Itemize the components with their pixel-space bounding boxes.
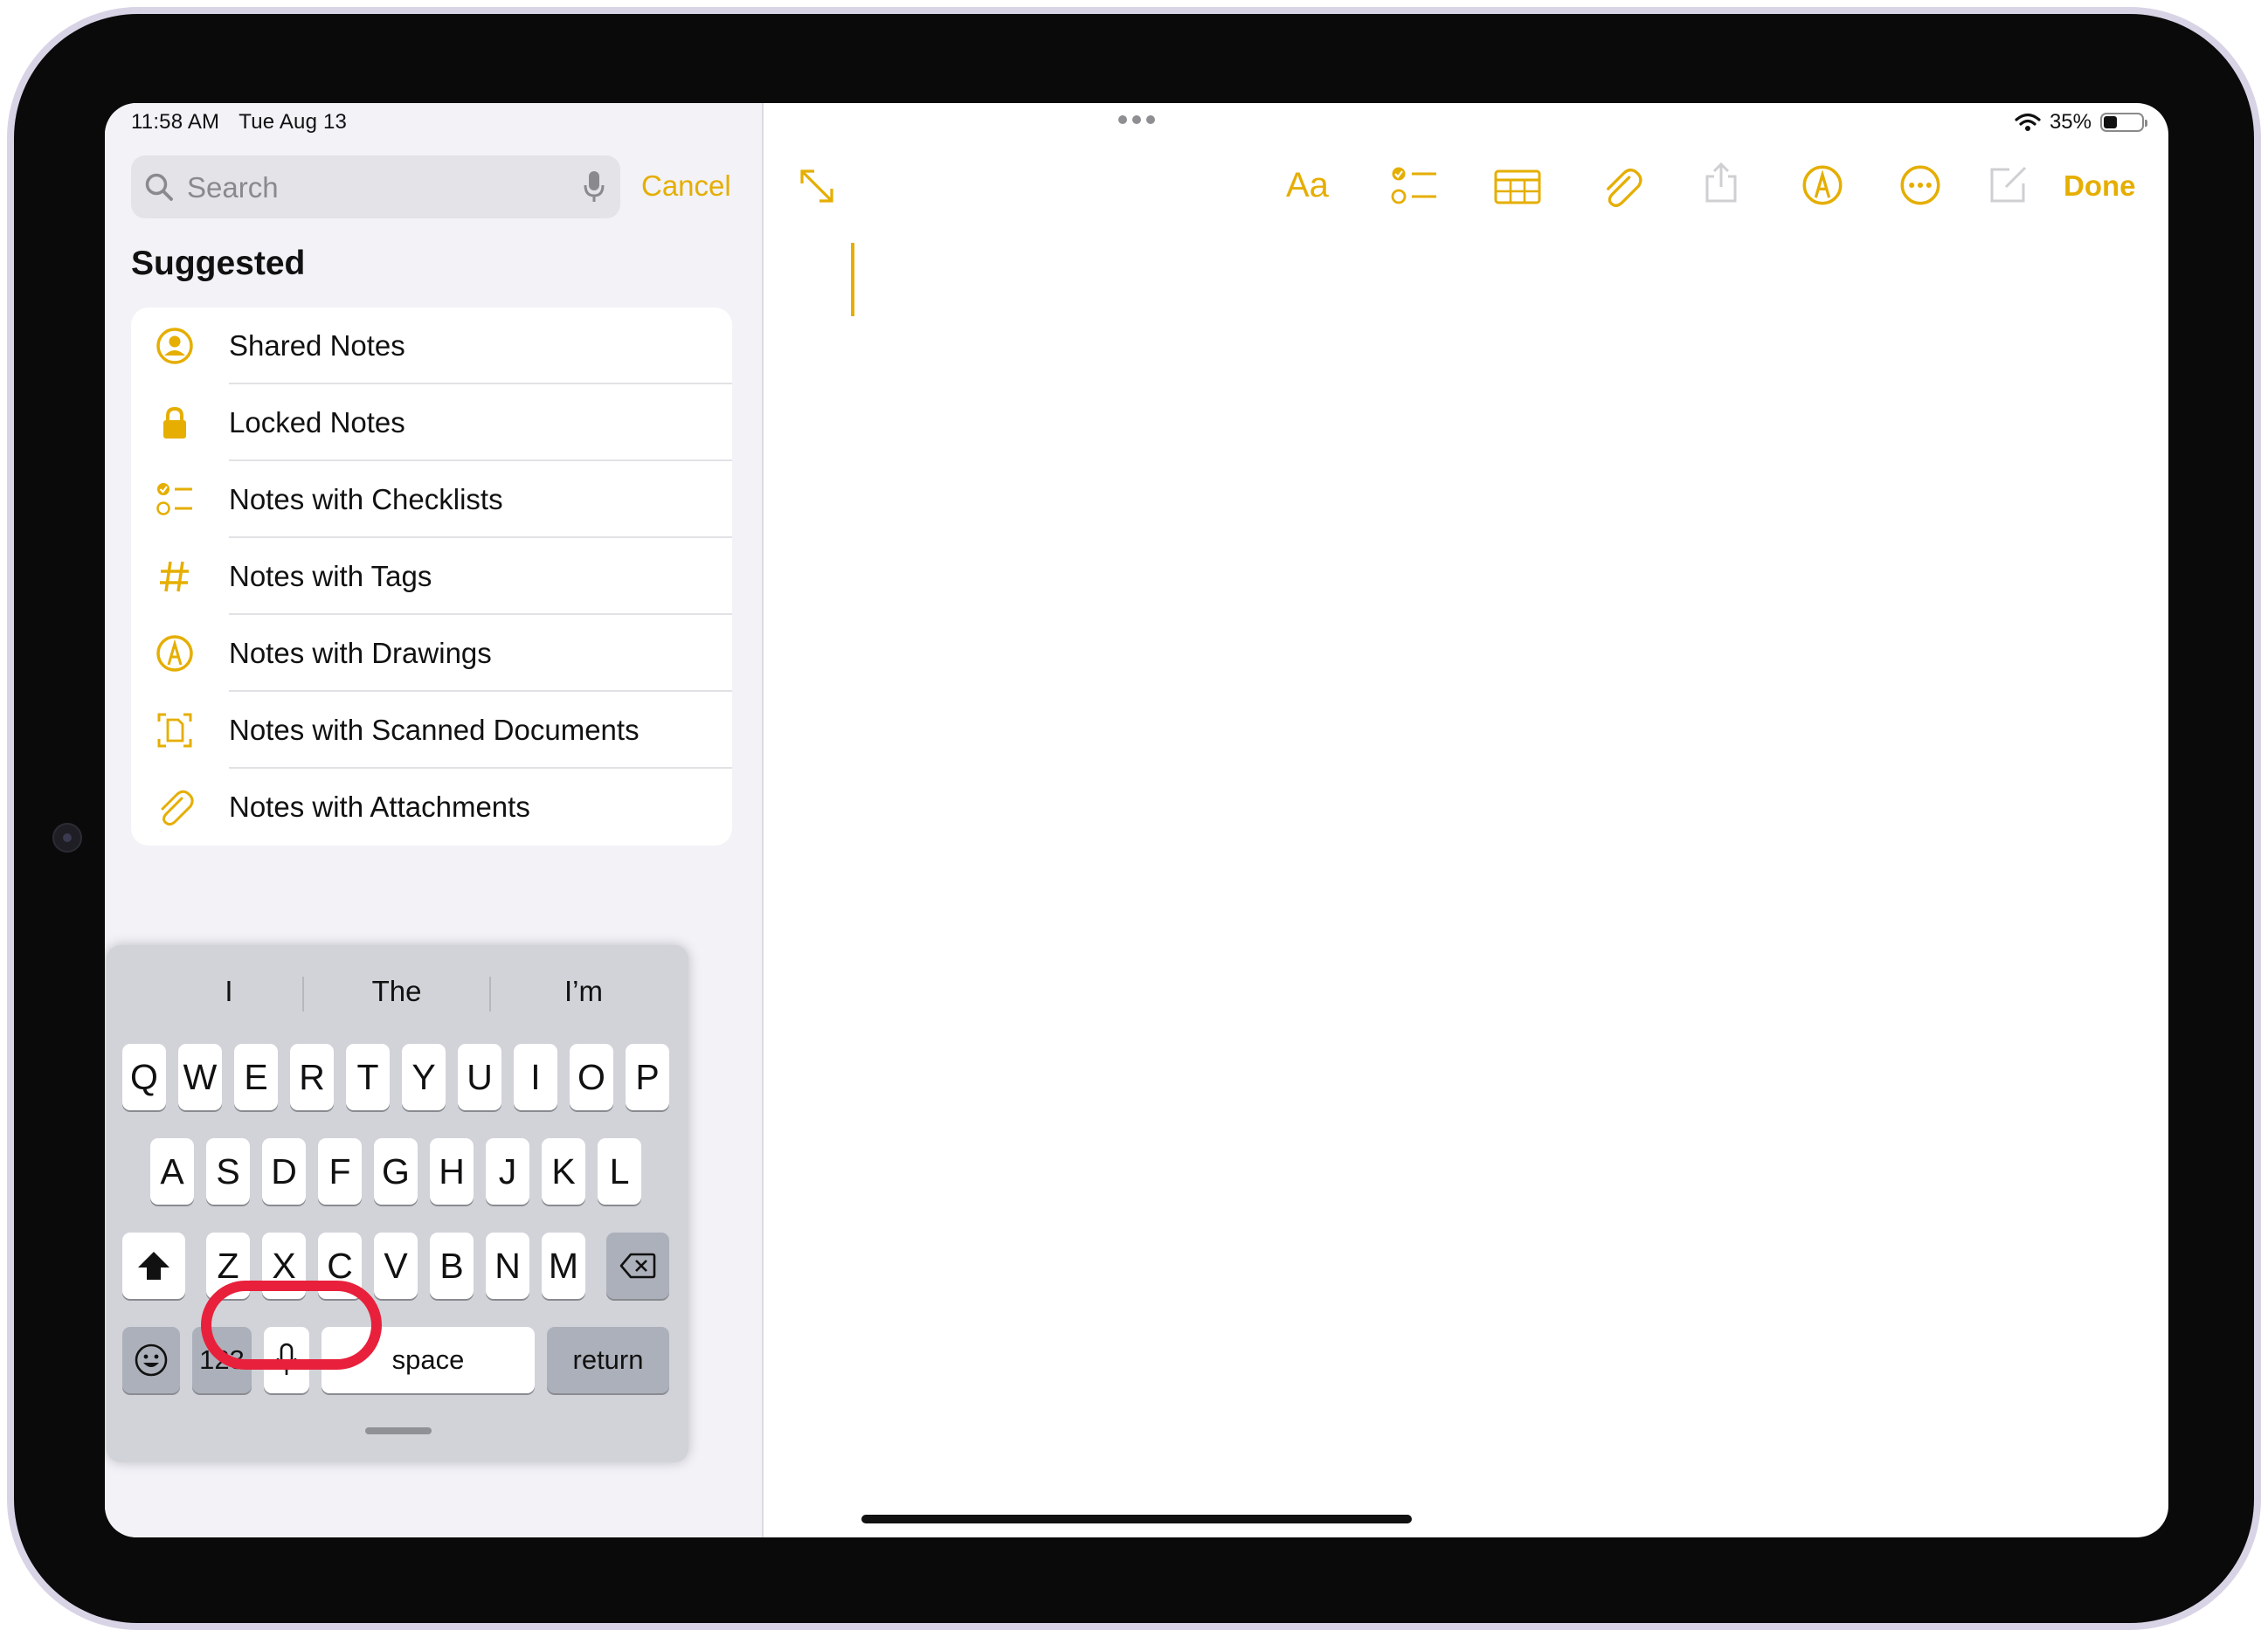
paperclip-icon[interactable]	[1601, 166, 1642, 208]
ipad-screen: 11:58 AM Tue Aug 13 Cancel Suggested	[105, 103, 2168, 1537]
divider	[302, 977, 304, 1012]
return-key[interactable]: return	[547, 1327, 669, 1393]
markup-icon[interactable]	[1801, 164, 1843, 206]
key-w[interactable]: W	[178, 1044, 222, 1110]
front-camera	[52, 823, 82, 853]
hashtag-icon	[160, 561, 189, 592]
checklist-icon[interactable]	[1391, 166, 1438, 206]
key-e[interactable]: E	[234, 1044, 278, 1110]
key-k[interactable]: K	[542, 1138, 585, 1205]
key-r[interactable]: R	[290, 1044, 334, 1110]
key-p[interactable]: P	[626, 1044, 669, 1110]
key-m[interactable]: M	[542, 1233, 585, 1299]
list-item-scanned-documents[interactable]: Notes with Scanned Documents	[131, 692, 732, 769]
lock-icon	[163, 406, 186, 439]
prediction-1[interactable]: I	[142, 975, 316, 1008]
key-s[interactable]: S	[206, 1138, 250, 1205]
status-date: Tue Aug 13	[239, 110, 348, 134]
microphone-icon[interactable]	[582, 169, 606, 204]
list-item-shared-notes[interactable]: Shared Notes	[131, 307, 732, 384]
list-item-checklists[interactable]: Notes with Checklists	[131, 461, 732, 538]
key-t[interactable]: T	[346, 1044, 390, 1110]
emoji-icon	[135, 1343, 168, 1377]
shift-icon	[138, 1252, 169, 1280]
multitasking-dots-icon[interactable]	[1118, 115, 1155, 124]
highlight-ring	[201, 1281, 382, 1370]
shift-key[interactable]	[122, 1233, 185, 1299]
compose-icon[interactable]	[1988, 164, 2029, 204]
key-d[interactable]: D	[262, 1138, 306, 1205]
key-h[interactable]: H	[430, 1138, 474, 1205]
key-u[interactable]: U	[458, 1044, 501, 1110]
list-item-drawings[interactable]: Notes with Drawings	[131, 615, 732, 692]
search-input-container[interactable]	[131, 155, 620, 220]
checklist-icon	[156, 483, 192, 515]
keyboard-drag-handle[interactable]	[365, 1427, 432, 1434]
delete-icon	[619, 1253, 656, 1279]
status-time: 11:58 AM	[131, 110, 220, 134]
list-item-label: Notes with Tags	[229, 560, 432, 592]
pen-circle-icon	[156, 635, 193, 672]
prediction-3[interactable]: I’m	[496, 975, 671, 1008]
key-a[interactable]: A	[150, 1138, 194, 1205]
key-l[interactable]: L	[598, 1138, 641, 1205]
divider	[489, 977, 491, 1012]
key-i[interactable]: I	[514, 1044, 557, 1110]
list-item-label: Notes with Checklists	[229, 483, 503, 515]
suggested-list: Shared Notes Locked Notes Notes with Che…	[131, 307, 732, 846]
list-item-label: Notes with Scanned Documents	[229, 714, 640, 746]
key-v[interactable]: V	[374, 1233, 418, 1299]
cancel-button[interactable]: Cancel	[641, 169, 731, 203]
status-bar-left: 11:58 AM Tue Aug 13	[131, 110, 366, 135]
delete-key[interactable]	[606, 1233, 669, 1299]
key-q[interactable]: Q	[122, 1044, 166, 1110]
key-b[interactable]: B	[430, 1233, 474, 1299]
person-circle-icon	[156, 328, 193, 364]
key-j[interactable]: J	[486, 1138, 529, 1205]
format-button[interactable]: Aa	[1286, 166, 1329, 205]
list-item-label: Shared Notes	[229, 329, 405, 362]
battery-icon	[2100, 113, 2147, 132]
table-icon[interactable]	[1494, 169, 1541, 204]
search-input[interactable]	[185, 155, 556, 220]
paperclip-icon	[161, 790, 194, 826]
list-item-label: Notes with Drawings	[229, 637, 492, 669]
list-item-label: Notes with Attachments	[229, 791, 530, 823]
floating-keyboard: I The I’m Q W E R T Y U I O P A S D F G …	[107, 945, 688, 1462]
list-item-attachments[interactable]: Notes with Attachments	[131, 769, 732, 846]
list-item-tags[interactable]: Notes with Tags	[131, 538, 732, 615]
done-button[interactable]: Done	[2064, 169, 2136, 203]
key-o[interactable]: O	[570, 1044, 613, 1110]
search-icon	[145, 173, 173, 201]
key-y[interactable]: Y	[402, 1044, 446, 1110]
more-icon[interactable]	[1899, 164, 1941, 206]
prediction-2[interactable]: The	[309, 975, 484, 1008]
section-title: Suggested	[131, 245, 306, 282]
status-bar-right: 35%	[2015, 110, 2147, 135]
home-indicator[interactable]	[861, 1515, 1412, 1523]
emoji-key[interactable]	[122, 1327, 180, 1393]
share-icon[interactable]	[1704, 161, 1739, 204]
expand-icon[interactable]	[797, 166, 837, 206]
list-item-locked-notes[interactable]: Locked Notes	[131, 384, 732, 461]
key-f[interactable]: F	[318, 1138, 362, 1205]
wifi-icon	[2015, 113, 2041, 131]
battery-percentage: 35%	[2049, 110, 2092, 134]
key-g[interactable]: G	[374, 1138, 418, 1205]
list-item-label: Locked Notes	[229, 406, 405, 439]
scan-document-icon	[157, 713, 192, 748]
note-body[interactable]	[804, 234, 2114, 1475]
key-n[interactable]: N	[486, 1233, 529, 1299]
